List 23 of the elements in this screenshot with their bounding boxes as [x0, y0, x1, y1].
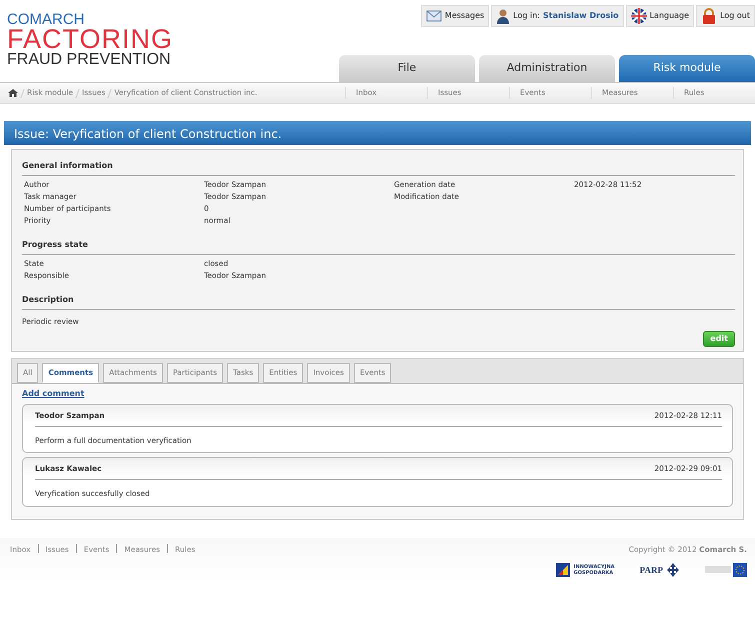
language-link[interactable]: Language [626, 5, 694, 27]
login-info[interactable]: Log in: Stanislaw Drosio [491, 5, 624, 27]
messages-link[interactable]: Messages [420, 5, 490, 27]
product-logo: FACTORING [7, 27, 174, 51]
section-heading: Description [22, 294, 735, 310]
add-comment-link[interactable]: Add comment [22, 388, 84, 398]
padlock-icon [701, 8, 718, 24]
sponsor-logo: PARP [640, 566, 663, 573]
section-heading: General information [22, 160, 735, 176]
section-heading: Progress state [22, 239, 735, 255]
main-tab[interactable]: File [339, 55, 475, 82]
logout-link[interactable]: Log out [696, 5, 755, 27]
home-icon [8, 88, 18, 98]
user-icon [496, 8, 510, 24]
brand-logo: COMARCH [7, 12, 86, 27]
main-tab[interactable]: Administration [479, 55, 615, 82]
edit-button[interactable]: edit [703, 331, 735, 348]
main-tab[interactable]: Risk module [619, 55, 755, 82]
page-title: Issue: Veryfication of client Construction inc. [4, 121, 751, 145]
cross-arrows-icon [667, 562, 679, 577]
logo-subtitle: FRAUD PREVENTION [7, 51, 172, 68]
envelope-icon [426, 8, 442, 24]
eu-flag-icon [705, 562, 747, 577]
